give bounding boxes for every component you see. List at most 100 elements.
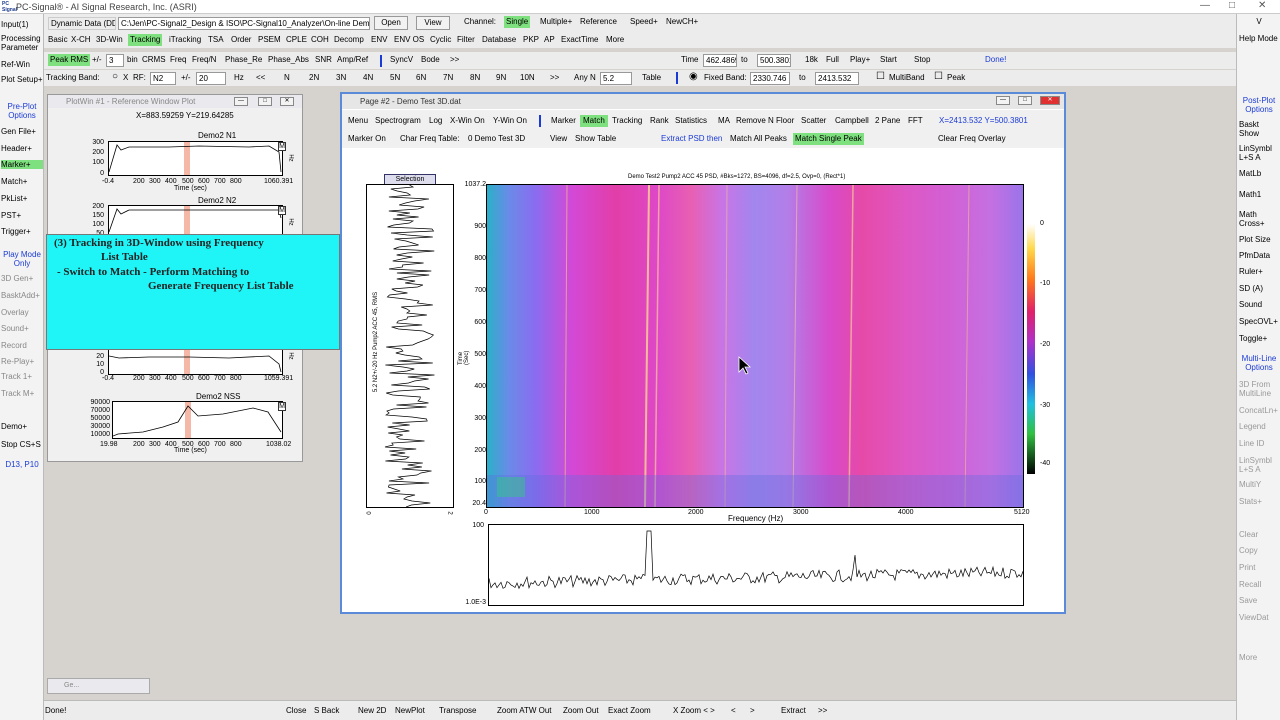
tab-itracking[interactable]: iTracking (169, 34, 201, 46)
sidebar-item-pklist[interactable]: PkList+ (1, 194, 43, 203)
x-radio[interactable]: ○ (112, 71, 118, 83)
input-menu[interactable]: Input(1) (1, 20, 43, 29)
sidebar-item-match[interactable]: Match+ (1, 177, 43, 186)
newch-button[interactable]: NewCH+ (666, 16, 698, 28)
spectrogram-image[interactable] (486, 184, 1024, 508)
tracking-button[interactable]: Tracking (612, 115, 642, 127)
clear-freq-overlay-button[interactable]: Clear Freq Overlay (938, 133, 1006, 145)
sidebar-item-linsymbl-2[interactable]: LinSymbl L+S A (1239, 456, 1279, 476)
minimized-window[interactable]: Ge... (47, 678, 150, 694)
psd-plot[interactable] (488, 524, 1024, 606)
tab-psem[interactable]: PSEM (258, 34, 281, 46)
page2-maximize-icon[interactable]: □ (1018, 96, 1032, 105)
play-button[interactable]: Play+ (850, 54, 870, 66)
start-button[interactable]: Start (880, 54, 897, 66)
18k-button[interactable]: 18k (805, 54, 818, 66)
n1-plot[interactable] (108, 141, 283, 176)
sidebar-item-clear[interactable]: Clear (1239, 530, 1279, 539)
sidebar-item-matlb[interactable]: MatLb (1239, 169, 1279, 178)
multiband-checkbox[interactable]: ☐ (876, 71, 885, 83)
match-button[interactable]: Match (580, 115, 608, 127)
full-button[interactable]: Full (826, 54, 839, 66)
tab-env-os[interactable]: ENV OS (394, 34, 424, 46)
sidebar-item-multiy[interactable]: MultiY (1239, 480, 1279, 489)
bin-input[interactable]: 3 (106, 54, 124, 67)
sidebar-item-concatln[interactable]: ConcatLn+ (1239, 406, 1279, 415)
log-button[interactable]: Log (429, 115, 442, 127)
freq-button[interactable]: Freq (170, 54, 186, 66)
tab-tracking[interactable]: Tracking (128, 34, 163, 46)
more-button[interactable]: >> (450, 54, 459, 66)
tab-coh[interactable]: COH (311, 34, 329, 46)
file-path-input[interactable]: C:\Jen\PC-Signal2_Design & ISO\PC-Signal… (118, 17, 370, 30)
tab-3d-win[interactable]: 3D-Win (96, 34, 123, 46)
sidebar-item-marker[interactable]: Marker+ (1, 160, 43, 169)
tab-cple[interactable]: CPLE (286, 34, 307, 46)
page2-menu-button[interactable]: Menu (348, 115, 368, 127)
nss-plot[interactable] (112, 401, 283, 439)
zoom-atw-out-button[interactable]: Zoom ATW Out (497, 705, 552, 717)
multi-line-options[interactable]: Multi-Line Options (1239, 354, 1279, 374)
snr-button[interactable]: SNR (315, 54, 332, 66)
page-2-window[interactable]: Page #2 - Demo Test 3D.dat — □ ✕ Menu Sp… (340, 92, 1066, 614)
tab-basic[interactable]: Basic (48, 34, 68, 46)
spectrogram-button[interactable]: Spectrogram (375, 115, 421, 127)
exact-zoom-button[interactable]: Exact Zoom (608, 705, 651, 717)
side-trace-plot[interactable] (366, 184, 454, 508)
order-7n-button[interactable]: 7N (443, 72, 453, 84)
amp-ref-button[interactable]: Amp/Ref (337, 54, 368, 66)
close-plot-button[interactable]: Close (286, 705, 306, 717)
sidebar-item-3d-gen[interactable]: 3D Gen+ (1, 274, 43, 283)
freq-n-button[interactable]: Freq/N (192, 54, 216, 66)
order-5n-button[interactable]: 5N (390, 72, 400, 84)
tab-env[interactable]: ENV (371, 34, 387, 46)
x-win-on-button[interactable]: X-Win On (450, 115, 485, 127)
n2-plot[interactable] (108, 205, 283, 235)
sidebar-item-plot-setup[interactable]: Plot Setup+ (1, 75, 43, 95)
sidebar-item-plot-size[interactable]: Plot Size (1239, 235, 1279, 244)
tab-order[interactable]: Order (231, 34, 251, 46)
sidebar-item-recall[interactable]: Recall (1239, 580, 1279, 589)
sidebar-item-print[interactable]: Print (1239, 563, 1279, 572)
zoom-out-button[interactable]: Zoom Out (563, 705, 599, 717)
sidebar-item-save[interactable]: Save (1239, 596, 1279, 605)
tab-filter[interactable]: Filter (457, 34, 475, 46)
minimize-icon[interactable]: — (1200, 0, 1210, 11)
time-to-input[interactable]: 500.3801 (757, 54, 791, 67)
sidebar-item-sound[interactable]: Sound (1239, 300, 1279, 309)
view-button[interactable]: View (416, 16, 450, 30)
sidebar-item-ruler[interactable]: Ruler+ (1239, 267, 1279, 276)
sidebar-item-line-id[interactable]: Line ID (1239, 439, 1279, 448)
sidebar-item-demo[interactable]: Demo+ (1, 422, 43, 431)
bode-button[interactable]: Bode (421, 54, 440, 66)
speed-button[interactable]: Speed+ (630, 16, 658, 28)
sidebar-item-math1[interactable]: Math1 (1239, 190, 1279, 199)
next-button[interactable]: > (750, 705, 755, 717)
order-next-button[interactable]: >> (550, 72, 559, 84)
two-pane-button[interactable]: 2 Pane (875, 115, 900, 127)
tab-cyclic[interactable]: Cyclic (430, 34, 451, 46)
fixed-band-from-input[interactable]: 2330.746 (750, 72, 790, 85)
order-prev-button[interactable]: << (256, 72, 265, 84)
stop-button[interactable]: Stop (914, 54, 930, 66)
tab-pkp[interactable]: PKP (523, 34, 539, 46)
remove-n-floor-button[interactable]: Remove N Floor (736, 115, 794, 127)
match-single-peak-button[interactable]: Match Single Peak (793, 133, 864, 145)
rf-select[interactable]: N2 (150, 72, 176, 85)
phase-abs-button[interactable]: Phase_Abs (268, 54, 309, 66)
sidebar-item-sound[interactable]: Sound+ (1, 324, 43, 333)
tab-decomp[interactable]: Decomp (334, 34, 364, 46)
order-10n-button[interactable]: 10N (520, 72, 535, 84)
prev-button[interactable]: < (731, 705, 736, 717)
tab-x-ch[interactable]: X-CH (71, 34, 91, 46)
post-plot-options[interactable]: Post-Plot Options (1239, 96, 1279, 116)
x-zoom-button[interactable]: X Zoom < > (673, 705, 715, 717)
single-channel-button[interactable]: Single (504, 16, 531, 28)
order-4n-button[interactable]: 4N (363, 72, 373, 84)
phase-re-button[interactable]: Phase_Re (225, 54, 262, 66)
tab-more[interactable]: More (606, 34, 624, 46)
dataset-select[interactable]: Dynamic Data (DD) (48, 17, 116, 30)
sidebar-item-ref-win[interactable]: Ref-Win (1, 60, 43, 69)
help-mode-button[interactable]: Help Mode (1239, 34, 1279, 54)
plotwin-close-icon[interactable]: ✕ (280, 97, 294, 106)
